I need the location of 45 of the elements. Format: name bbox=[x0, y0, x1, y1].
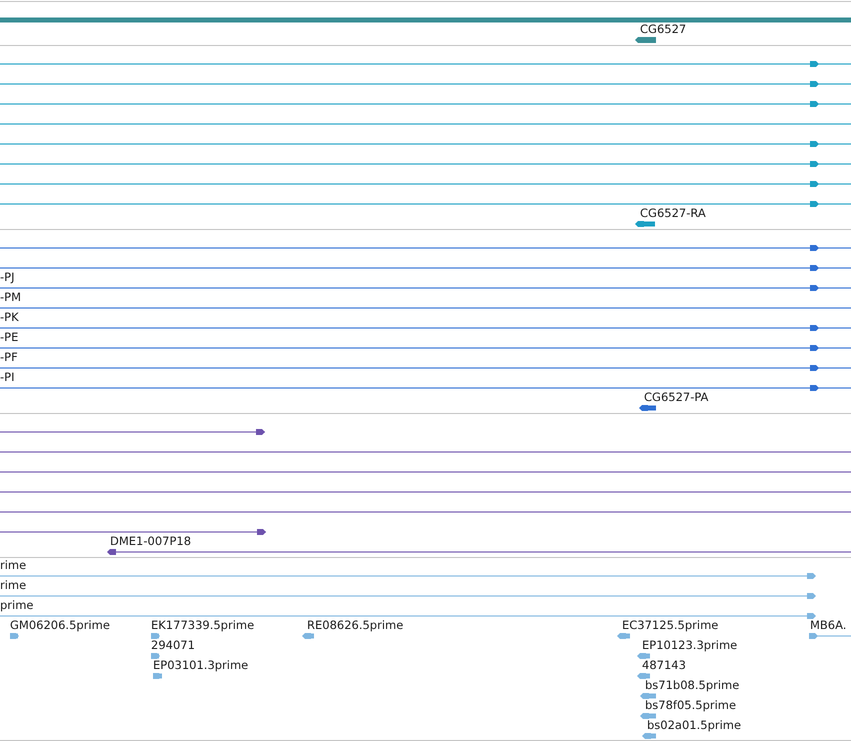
feature-label: -PE bbox=[0, 330, 18, 344]
feature-label: bs71b08.5prime bbox=[645, 678, 740, 692]
feature-label: bs02a01.5prime bbox=[647, 718, 742, 732]
feature-label: -PK bbox=[0, 310, 19, 324]
gene-feature[interactable] bbox=[0, 529, 266, 535]
feature-label: rime bbox=[0, 558, 26, 572]
feature-label: -PJ bbox=[0, 270, 14, 284]
feature-label: EK177339.5prime bbox=[151, 618, 254, 632]
gene-feature[interactable] bbox=[0, 285, 851, 291]
feature-label: CG6527-PA bbox=[644, 390, 708, 404]
gene-feature[interactable] bbox=[0, 345, 851, 351]
gene-feature[interactable] bbox=[635, 221, 655, 227]
feature-label: EP03101.3prime bbox=[153, 658, 248, 672]
feature-label: prime bbox=[0, 598, 34, 612]
gene-feature[interactable] bbox=[0, 245, 851, 251]
feature-label: DME1-007P18 bbox=[110, 534, 192, 548]
gene-feature[interactable] bbox=[0, 265, 851, 271]
gene-feature[interactable] bbox=[0, 141, 851, 147]
feature-label: -PI bbox=[0, 370, 14, 384]
gene-feature[interactable] bbox=[0, 181, 851, 187]
gene-feature[interactable] bbox=[0, 101, 851, 107]
gene-feature[interactable] bbox=[0, 385, 851, 391]
gene-feature[interactable] bbox=[0, 81, 851, 87]
feature-label: EC37125.5prime bbox=[622, 618, 718, 632]
gene-feature[interactable] bbox=[0, 61, 851, 67]
feature-label: rime bbox=[0, 578, 26, 592]
feature-label: CG6527 bbox=[640, 22, 686, 36]
gene-feature[interactable] bbox=[0, 161, 851, 167]
feature-label: bs78f05.5prime bbox=[645, 698, 736, 712]
gene-feature[interactable] bbox=[639, 405, 656, 411]
gene-feature[interactable] bbox=[0, 429, 265, 435]
feature-label: MB6A. bbox=[810, 618, 846, 632]
feature-label: 294071 bbox=[151, 638, 195, 652]
gene-feature[interactable] bbox=[635, 37, 656, 43]
gene-feature[interactable] bbox=[0, 201, 851, 207]
feature-label: EP10123.3prime bbox=[642, 638, 738, 652]
gene-feature[interactable] bbox=[0, 365, 851, 371]
feature-label: GM06206.5prime bbox=[10, 618, 110, 632]
feature-label: -PF bbox=[0, 350, 18, 364]
gene-feature[interactable] bbox=[107, 549, 851, 555]
feature-label: CG6527-RA bbox=[640, 206, 706, 220]
gene-feature[interactable] bbox=[0, 325, 851, 331]
feature-label: -PM bbox=[0, 290, 22, 304]
feature-label: 487143 bbox=[642, 658, 686, 672]
feature-label: RE08626.5prime bbox=[307, 618, 404, 632]
